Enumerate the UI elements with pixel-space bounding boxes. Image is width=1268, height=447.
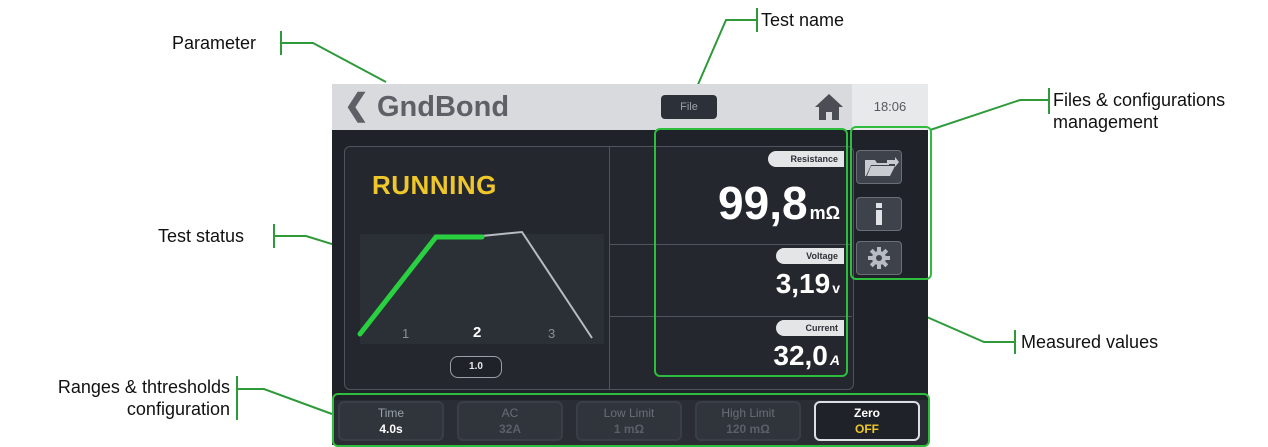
annotation-ranges-2: configuration: [126, 399, 230, 419]
annotation-files-config-2: management: [1053, 112, 1159, 132]
phase-1: 1: [402, 326, 410, 341]
annotation-parameter: Parameter: [172, 33, 257, 53]
annotation-measured-values: Measured values: [1021, 332, 1159, 352]
annotation-test-status: Test status: [158, 226, 245, 246]
phase-3: 3: [548, 326, 556, 341]
divider-vertical: [609, 146, 610, 389]
highlight-files-config: [850, 126, 932, 280]
phase-2: 2: [473, 324, 482, 341]
annotation-test-name: Test name: [761, 10, 845, 30]
step-value[interactable]: 1.0: [450, 356, 502, 378]
highlight-ranges: [332, 393, 930, 447]
highlight-measured-values: [654, 128, 848, 377]
annotation-files-config-1: Files & configurations: [1053, 90, 1226, 110]
annotation-ranges-1: Ranges & thtresholds: [57, 377, 230, 397]
